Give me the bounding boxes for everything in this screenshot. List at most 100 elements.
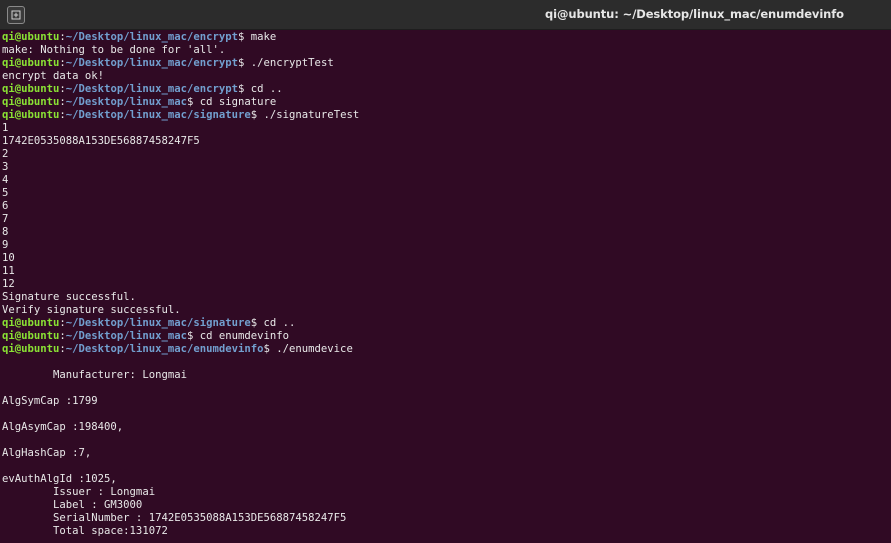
output-text: Manufacturer: Longmai [2,369,187,381]
prompt-symbol: $ [238,57,251,69]
prompt-path: ~/Desktop/linux_mac/encrypt [65,31,239,43]
prompt-command: ./signatureTest [263,109,360,121]
output-text: 3 [2,161,9,173]
output-text: 2 [2,148,9,160]
prompt-symbol: $ [238,83,251,95]
prompt-line: qi@ubuntu:~/Desktop/linux_mac/signature$… [2,109,891,122]
output-line: SerialNumber : 1742E0535088A153DE5688745… [2,512,891,525]
new-tab-button[interactable] [7,6,25,24]
output-text: 4 [2,174,9,186]
output-line: 8 [2,226,891,239]
prompt-path: ~/Desktop/linux_mac/signature [65,317,251,329]
prompt-line: qi@ubuntu:~/Desktop/linux_mac/enumdevinf… [2,343,891,356]
prompt-user: qi@ubuntu [2,317,60,329]
prompt-command: cd enumdevinfo [199,330,290,342]
prompt-symbol: $ [238,31,251,43]
output-line: 3 [2,161,891,174]
output-line: Issuer : Longmai [2,486,891,499]
prompt-line: qi@ubuntu:~/Desktop/linux_mac/encrypt$ m… [2,31,891,44]
output-line: 10 [2,252,891,265]
prompt-command: ./enumdevice [276,343,353,355]
output-line: AlgHashCap :7, [2,447,891,460]
output-text: Total space:131072 [2,525,168,537]
prompt-path: ~/Desktop/linux_mac/encrypt [65,83,239,95]
prompt-line: qi@ubuntu:~/Desktop/linux_mac/encrypt$ c… [2,83,891,96]
output-text: make: Nothing to be done for 'all'. [2,44,226,56]
prompt-line: qi@ubuntu:~/Desktop/linux_mac$ cd enumde… [2,330,891,343]
output-text: Verify signature successful. [2,304,181,316]
output-line: make: Nothing to be done for 'all'. [2,44,891,57]
prompt-symbol: $ [263,343,277,355]
output-text: evAuthAlgId :1025, [2,473,117,485]
output-line: AlgSymCap :1799 [2,395,891,408]
output-line: evAuthAlgId :1025, [2,473,891,486]
output-line: 5 [2,187,891,200]
prompt-command: ./encryptTest [250,57,334,69]
prompt-user: qi@ubuntu [2,343,60,355]
output-line: 4 [2,174,891,187]
prompt-symbol: $ [186,96,200,108]
output-text: 6 [2,200,9,212]
output-text: 9 [2,239,9,251]
output-line: 11 [2,265,891,278]
prompt-path: ~/Desktop/linux_mac/encrypt [65,57,239,69]
output-text: 11 [2,265,15,277]
output-text: 1742E0535088A153DE56887458247F5 [2,135,200,147]
prompt-line: qi@ubuntu:~/Desktop/linux_mac$ cd signat… [2,96,891,109]
output-line: Signature successful. [2,291,891,304]
prompt-symbol: $ [250,109,264,121]
prompt-user: qi@ubuntu [2,83,60,95]
output-line: 12 [2,278,891,291]
output-text: 1 [2,122,9,134]
prompt-command: cd signature [199,96,277,108]
output-line: 1742E0535088A153DE56887458247F5 [2,135,891,148]
output-line: 9 [2,239,891,252]
window-title: qi@ubuntu: ~/Desktop/linux_mac/enumdevin… [545,7,844,21]
output-text: SerialNumber : 1742E0535088A153DE5688745… [2,512,347,524]
prompt-command: cd .. [263,317,296,329]
new-tab-icon [11,10,21,20]
prompt-path: ~/Desktop/linux_mac/signature [65,109,251,121]
terminal-window: qi@ubuntu: ~/Desktop/linux_mac/enumdevin… [0,0,891,543]
prompt-user: qi@ubuntu [2,31,60,43]
prompt-command: cd .. [250,83,283,95]
output-text: AlgSymCap :1799 [2,395,98,407]
prompt-command: make [250,31,277,43]
output-text: 12 [2,278,15,290]
prompt-user: qi@ubuntu [2,330,60,342]
prompt-symbol: $ [186,330,200,342]
output-line: Verify signature successful. [2,304,891,317]
terminal-output[interactable]: qi@ubuntu:~/Desktop/linux_mac/encrypt$ m… [2,31,891,543]
prompt-path: ~/Desktop/linux_mac [65,96,187,108]
output-text: AlgAsymCap :198400, [2,421,124,433]
output-text: 10 [2,252,15,264]
output-text: AlgHashCap :7, [2,447,92,459]
output-line: encrypt data ok! [2,70,891,83]
output-text: encrypt data ok! [2,70,105,82]
title-bar: qi@ubuntu: ~/Desktop/linux_mac/enumdevin… [0,0,891,30]
prompt-line: qi@ubuntu:~/Desktop/linux_mac/signature$… [2,317,891,330]
output-text: Issuer : Longmai [2,486,156,498]
prompt-user: qi@ubuntu [2,57,60,69]
prompt-line: qi@ubuntu:~/Desktop/linux_mac/encrypt$ .… [2,57,891,70]
output-line: Manufacturer: Longmai [2,369,891,382]
output-text: 5 [2,187,9,199]
prompt-path: ~/Desktop/linux_mac [65,330,187,342]
output-line: 2 [2,148,891,161]
output-line: 1 [2,122,891,135]
output-line: Total space:131072 [2,525,891,538]
output-text: 8 [2,226,9,238]
output-text: Label : GM3000 [2,499,143,511]
output-line: Label : GM3000 [2,499,891,512]
prompt-user: qi@ubuntu [2,109,60,121]
output-line: AlgAsymCap :198400, [2,421,891,434]
prompt-path: ~/Desktop/linux_mac/enumdevinfo [65,343,264,355]
output-line: 6 [2,200,891,213]
prompt-user: qi@ubuntu [2,96,60,108]
output-text: Signature successful. [2,291,136,303]
